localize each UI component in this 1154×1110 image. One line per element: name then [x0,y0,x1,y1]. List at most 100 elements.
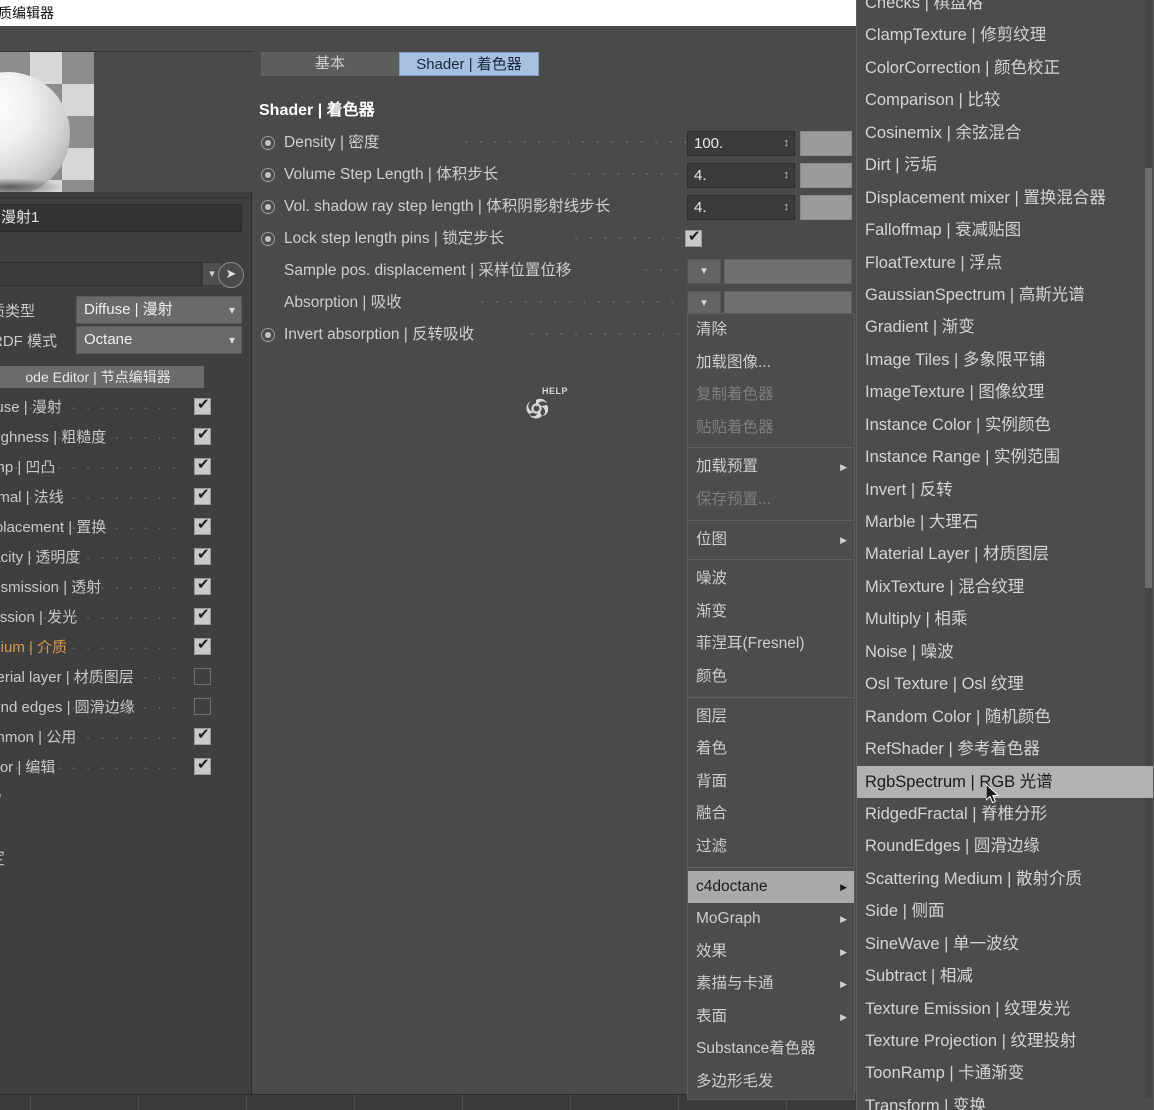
menu-item[interactable]: 效果 ▶ [688,936,854,969]
channel-row[interactable]: . . . . . . . . . . . . . . . . . . . . … [0,422,252,452]
menu-item[interactable]: 渐变 [688,596,854,629]
channel-checkbox[interactable] [194,668,211,685]
channel-row[interactable]: . . . . . . . . . . . . . . . . . . . . … [0,392,252,422]
submenu-item[interactable]: ToonRamp | 卡通渐变 [857,1057,1153,1089]
channel-checkbox[interactable]: ✔ [194,756,211,775]
submenu-item[interactable]: Random Color | 随机颜色 [857,701,1153,733]
channel-row[interactable]: . . . . . . . . . . . . . . . . . . . . … [0,482,252,512]
submenu-item[interactable]: RoundEdges | 圆滑边缘 [857,830,1153,862]
submenu-item[interactable]: RgbSpectrum | RGB 光谱 [857,765,1153,798]
submenu-item[interactable]: Scattering Medium | 散射介质 [857,863,1153,895]
octane-help-logo[interactable]: HELP [514,386,568,428]
channel-checkbox[interactable]: ✔ [194,726,211,745]
node-editor-button[interactable]: ode Editor | 节点编辑器 [0,366,204,388]
submenu-item[interactable]: Osl Texture | Osl 纹理 [857,668,1153,700]
channel-checkbox[interactable]: ✔ [194,426,211,445]
stepper-icon[interactable]: ↕ [784,164,790,187]
menu-item[interactable]: 清除 [688,314,854,347]
vol-shadow-ray-step-length-input[interactable]: 4. ↕ [687,195,795,220]
volume-step-length-swatch[interactable] [800,163,852,188]
submenu-item[interactable]: Dirt | 污垢 [857,149,1153,181]
menu-item[interactable]: c4doctane ▶ [688,870,854,904]
channel-row[interactable]: . . . . . . . . . . . . . . . . . . . . … [0,632,252,662]
vol-shadow-ray-swatch[interactable] [800,195,852,220]
sample-pos-displacement-dropdown[interactable]: ▾ [687,259,721,284]
material-type-combo[interactable]: Diffuse | 漫射 ▾ [76,296,242,324]
submenu-item[interactable]: Invert | 反转 [857,474,1153,506]
menu-item[interactable]: Substance着色器 [688,1033,854,1066]
menu-item[interactable]: MoGraph ▶ [688,903,854,936]
radio-icon[interactable] [261,200,275,214]
submenu-item[interactable]: Image Tiles | 多象限平铺 [857,344,1153,376]
channel-row[interactable]: . . . . . . . . . . . . . . . . . . . . … [0,722,252,752]
submenu-item[interactable]: Transform | 变换 [857,1090,1153,1110]
submenu-item[interactable]: Subtract | 相减 [857,960,1153,992]
submenu-item[interactable]: Comparison | 比较 [857,84,1153,116]
menu-item[interactable]: 加载图像... [688,347,854,380]
channel-row[interactable]: . . . . . . . . . . . . . . . . . . . . … [0,692,252,722]
submenu-item[interactable]: GaussianSpectrum | 高斯光谱 [857,279,1153,311]
submenu-item[interactable]: ColorCorrection | 颜色校正 [857,52,1153,84]
submenu-item[interactable]: SineWave | 单一波纹 [857,928,1153,960]
submenu-item[interactable]: MixTexture | 混合纹理 [857,571,1153,603]
sample-pos-displacement-slot[interactable] [724,259,852,284]
menu-item[interactable]: 位图 ▶ [688,524,854,557]
menu-item[interactable]: 颜色 [688,661,854,694]
channel-checkbox[interactable]: ✔ [194,456,211,475]
channel-checkbox[interactable]: ✔ [194,546,211,565]
menu-item[interactable]: 图层 [688,701,854,734]
menu-item[interactable]: 菲涅耳(Fresnel) [688,628,854,661]
menu-item[interactable]: 融合 [688,798,854,831]
lock-step-length-checkbox[interactable]: ✔ [685,228,702,247]
channel-checkbox[interactable]: ✔ [194,636,211,655]
submenu-item[interactable]: Side | 侧面 [857,895,1153,927]
channel-row[interactable]: . . . . . . . . . . . . . . . . . . . . … [0,602,252,632]
menu-item[interactable]: 多边形毛发 [688,1066,854,1099]
material-preview-thumbnail[interactable] [0,52,94,192]
radio-icon[interactable] [261,328,275,342]
channel-row[interactable]: . . . . . . . . . . . . . . . . . . . . … [0,452,252,482]
submenu-item[interactable]: Marble | 大理石 [857,506,1153,538]
tab-basic[interactable]: 基本 [261,52,399,76]
submenu-item[interactable]: Instance Range | 实例范围 [857,441,1153,473]
channel-checkbox[interactable]: ✔ [194,486,211,505]
submenu-item[interactable]: Material Layer | 材质图层 [857,538,1153,570]
submenu-item[interactable]: FloatTexture | 浮点 [857,247,1153,279]
channel-checkbox[interactable]: ✔ [194,516,211,535]
menu-item[interactable]: 噪波 [688,563,854,596]
channel-row[interactable]: . . . . . . . . . . . . . . . . . . . . … [0,542,252,572]
brdf-mode-combo[interactable]: Octane ▾ [76,326,242,354]
density-swatch[interactable] [800,131,852,156]
submenu-item[interactable]: RidgedFractal | 脊椎分形 [857,798,1153,830]
material-name-field[interactable]: 漫射1 [0,204,242,232]
channel-checkbox[interactable]: ✔ [194,576,211,595]
submenu-item[interactable]: ImageTexture | 图像纹理 [857,376,1153,408]
submenu-item[interactable]: Noise | 噪波 [857,636,1153,668]
submenu-item[interactable]: Multiply | 相乘 [857,603,1153,635]
material-link-input[interactable] [0,262,202,286]
submenu-item[interactable]: Falloffmap | 衰减贴图 [857,214,1153,246]
submenu-item[interactable]: Displacement mixer | 置换混合器 [857,182,1153,214]
submenu-item[interactable]: Cosinemix | 余弦混合 [857,117,1153,149]
submenu-item[interactable]: Texture Projection | 纹理投射 [857,1025,1153,1057]
submenu-item[interactable]: RefShader | 参考着色器 [857,733,1153,765]
channel-checkbox[interactable]: ✔ [194,396,211,415]
menu-item[interactable]: 背面 [688,766,854,799]
submenu-item[interactable]: Texture Emission | 纹理发光 [857,993,1153,1025]
menu-item[interactable]: 着色 [688,733,854,766]
radio-icon[interactable] [261,136,275,150]
density-input[interactable]: 100. ↕ [687,131,795,156]
radio-icon[interactable] [261,168,275,182]
submenu-item[interactable]: Checks | 棋盘格 [857,0,1153,19]
submenu-item[interactable]: ClampTexture | 修剪纹理 [857,19,1153,51]
stepper-icon[interactable]: ↕ [784,196,790,219]
volume-step-length-input[interactable]: 4. ↕ [687,163,795,188]
channel-checkbox[interactable]: ✔ [194,606,211,625]
menu-item[interactable]: 过滤 [688,831,854,864]
stepper-icon[interactable]: ↕ [784,132,790,155]
menu-item[interactable]: 表面 ▶ [688,1001,854,1034]
tab-shader[interactable]: Shader | 着色器 [399,52,539,76]
submenu-item[interactable]: Instance Color | 实例颜色 [857,409,1153,441]
channel-row[interactable]: . . . . . . . . . . . . . . . . . . . . … [0,662,252,692]
channel-row[interactable]: . . . . . . . . . . . . . . . . . . . . … [0,752,252,782]
